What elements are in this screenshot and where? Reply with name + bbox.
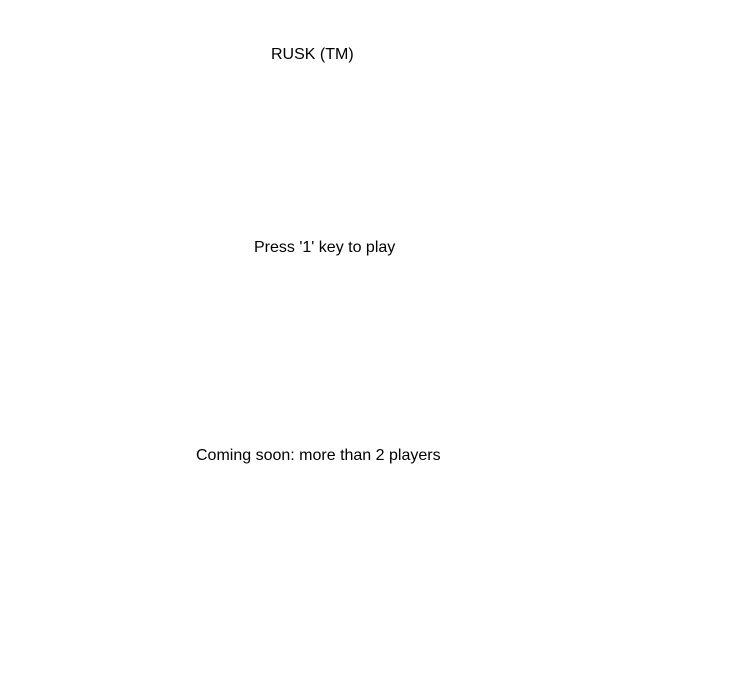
- coming-soon-notice: Coming soon: more than 2 players: [196, 447, 441, 464]
- start-prompt: Press '1' key to play: [254, 239, 396, 256]
- game-title: RUSK (TM): [271, 46, 354, 63]
- title-screen: RUSK (TM) Press '1' key to play Coming s…: [0, 0, 750, 700]
